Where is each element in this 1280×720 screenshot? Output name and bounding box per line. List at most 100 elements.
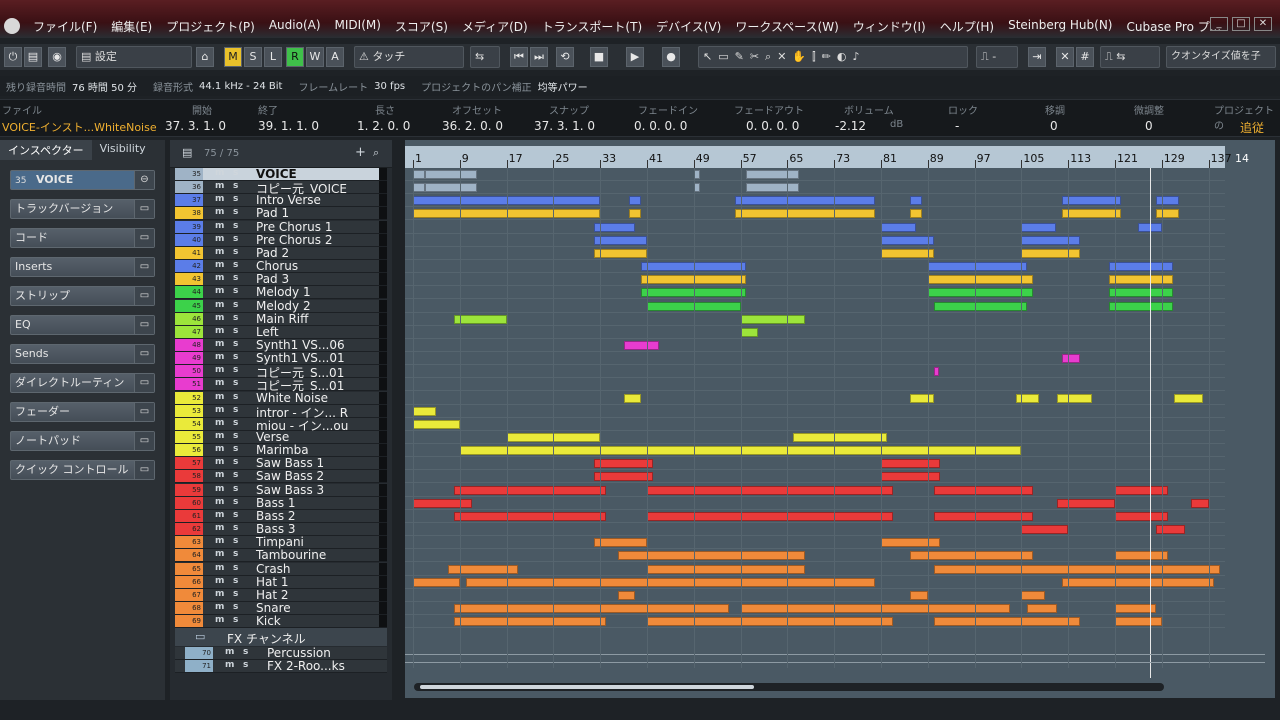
track-name[interactable]: Intro Verse (256, 193, 321, 207)
section-toggle-icon[interactable]: ▭ (134, 316, 154, 334)
track-lane[interactable] (405, 221, 1225, 234)
event-part[interactable] (465, 577, 876, 587)
edit-instrument-icon[interactable]: ⊖ (134, 171, 154, 189)
track-row[interactable]: 51 m s コピー元_S...01 (175, 378, 387, 393)
track-row[interactable]: 44 m s Melody 1 (175, 285, 387, 300)
section-toggle-icon[interactable]: ▭ (134, 229, 154, 247)
snap-type-dropdown[interactable]: ⎍ - (976, 46, 1018, 68)
track-row[interactable]: 60 m s Bass 1 (175, 496, 387, 510)
track-lane[interactable] (405, 510, 1225, 523)
track-lane[interactable] (405, 365, 1225, 379)
solo-button[interactable]: s (233, 510, 238, 520)
event-part[interactable] (910, 196, 922, 206)
solo-button[interactable]: s (233, 260, 238, 270)
listen-state-button[interactable]: L (264, 47, 282, 67)
track-row[interactable]: 37 m s Intro Verse (175, 193, 387, 208)
inspector-section-9[interactable]: クイック コントロール ▭ (10, 460, 155, 480)
rec-format-value[interactable]: 44.1 kHz - 24 Bit (199, 81, 282, 92)
event-part[interactable] (647, 564, 805, 574)
section-toggle-icon[interactable]: ▭ (134, 374, 154, 392)
event-part[interactable] (1109, 275, 1174, 285)
mute-button[interactable]: m (215, 260, 224, 270)
info-value-6[interactable]: 0. 0. 0. 0 (634, 119, 687, 133)
track-name[interactable]: VOICE (256, 167, 297, 181)
track-row[interactable]: 42 m s Chorus (175, 259, 387, 274)
event-part[interactable] (594, 235, 647, 245)
menu-item-9[interactable]: ワークスペース(W) (728, 18, 845, 35)
track-name[interactable]: Timpani (256, 535, 304, 549)
mute-button[interactable]: m (215, 497, 224, 507)
mute-button[interactable]: m (215, 589, 224, 599)
solo-button[interactable]: s (243, 647, 248, 657)
track-lane[interactable] (405, 484, 1225, 497)
mute-button[interactable]: m (215, 470, 224, 480)
event-part[interactable] (1056, 498, 1115, 508)
event-part[interactable] (453, 485, 607, 495)
mute-button[interactable]: m (215, 194, 224, 204)
mute-button[interactable]: m (215, 510, 224, 520)
track-name[interactable]: Synth1 VS...01 (256, 351, 345, 365)
event-part[interactable] (594, 248, 647, 258)
track-name[interactable]: Bass 2 (256, 509, 296, 523)
event-part[interactable] (746, 183, 800, 193)
section-toggle-icon[interactable]: ▭ (134, 461, 154, 479)
inspector-section-1[interactable]: コード ▭ (10, 228, 155, 248)
inspector-section-5[interactable]: Sends ▭ (10, 344, 155, 364)
mute-button[interactable]: m (215, 431, 224, 441)
menu-item-11[interactable]: ヘルプ(H) (933, 18, 1001, 35)
project-window[interactable]: 1 9 17 25 33 41 49 57 65 73 81 89 97 105 113 121 129 137 1… (405, 140, 1275, 698)
event-part[interactable] (629, 209, 642, 219)
solo-button[interactable]: s (233, 181, 238, 191)
section-toggle-icon[interactable]: ▭ (134, 403, 154, 421)
event-part[interactable] (881, 472, 940, 482)
solo-button[interactable]: s (233, 168, 238, 178)
menu-item-2[interactable]: プロジェクト(P) (159, 18, 262, 35)
solo-button[interactable]: s (233, 457, 238, 467)
info-value-4[interactable]: 36. 2. 0. 0 (442, 119, 503, 133)
inspector-section-4[interactable]: EQ ▭ (10, 315, 155, 335)
mute-button[interactable]: m (225, 660, 234, 670)
event-part[interactable] (1056, 393, 1092, 403)
track-lane[interactable] (405, 378, 1225, 392)
track-lane[interactable] (405, 247, 1225, 260)
track-name[interactable]: Hat 2 (256, 588, 289, 602)
track-row[interactable]: 39 m s Pre Chorus 1 (175, 220, 387, 234)
event-part[interactable] (623, 393, 642, 403)
solo-button[interactable]: s (233, 326, 238, 336)
event-part[interactable] (746, 170, 800, 179)
track-lane[interactable] (405, 313, 1225, 326)
menu-item-12[interactable]: Steinberg Hub(N) (1001, 18, 1119, 35)
track-name[interactable]: Hat 1 (256, 575, 289, 589)
info-value-3[interactable]: 1. 2. 0. 0 (357, 119, 410, 133)
track-name[interactable]: White Noise (256, 391, 328, 405)
menu-item-1[interactable]: 編集(E) (104, 18, 159, 35)
automation-mode-dropdown[interactable]: ⚠ タッチ (354, 46, 464, 68)
go-to-next-icon[interactable]: ⏭ (530, 47, 548, 67)
pan-law-value[interactable]: 均等パワー (538, 79, 588, 94)
solo-button[interactable]: s (233, 470, 238, 480)
event-part[interactable] (933, 511, 1034, 521)
track-name[interactable]: Bass 3 (256, 522, 296, 536)
solo-button[interactable]: s (233, 418, 238, 428)
solo-button[interactable]: s (233, 549, 238, 559)
event-part[interactable] (448, 564, 519, 574)
inspector-section-0[interactable]: トラックバージョン ▭ (10, 199, 155, 219)
track-lane[interactable] (405, 352, 1225, 366)
track-name[interactable]: FX 2-Roo...ks (267, 659, 345, 673)
inspector-section-2[interactable]: Inserts ▭ (10, 257, 155, 277)
track-row[interactable]: 41 m s Pad 2 (175, 246, 387, 260)
track-lane[interactable] (405, 392, 1225, 405)
solo-button[interactable]: s (233, 365, 238, 375)
track-name[interactable]: Pad 2 (256, 246, 289, 260)
mute-button[interactable]: m (215, 313, 224, 323)
menu-item-4[interactable]: MIDI(M) (328, 18, 388, 35)
track-lane[interactable] (405, 181, 1225, 195)
read-automation-button[interactable]: R (286, 47, 304, 67)
track-row[interactable]: 53 m s intror - イン... R (175, 404, 387, 420)
track-name[interactable]: Tambourine (256, 548, 326, 562)
event-part[interactable] (933, 367, 940, 377)
track-lane[interactable] (405, 286, 1225, 300)
track-lane[interactable] (405, 602, 1225, 615)
track-row[interactable]: 58 m s Saw Bass 2 (175, 469, 387, 484)
grid-x-icon[interactable]: ✕ (1056, 47, 1074, 67)
